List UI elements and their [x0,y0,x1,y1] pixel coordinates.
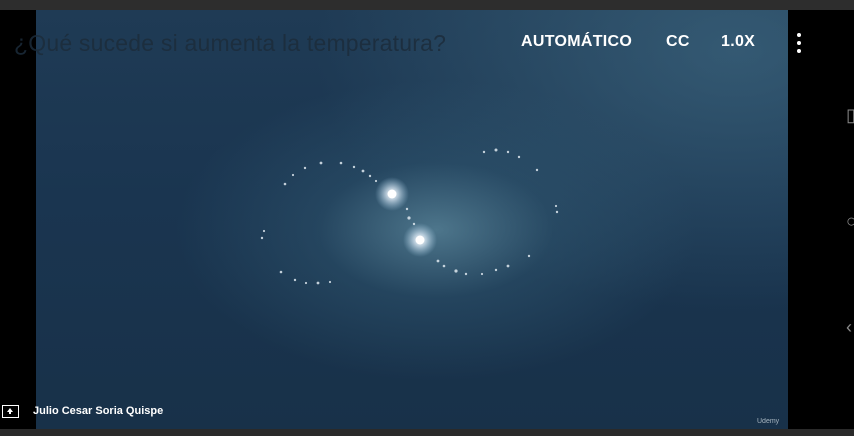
video-frame[interactable] [36,10,788,429]
particle-dot [374,179,378,183]
particle-dot [480,272,484,276]
presenter-name: Julio Cesar Soria Quispe [33,405,164,417]
particle-dot [303,166,307,170]
particle-dot [405,207,409,211]
particle-dot [506,150,510,154]
top-bar [0,0,854,10]
particle-dot [407,216,411,220]
more-options-icon[interactable] [793,31,805,55]
particle-dot [527,254,531,258]
side-panel: ▯ ○ ‹ [788,10,854,429]
orbiting-particles-illustration [260,148,559,285]
particle-dot [260,236,264,240]
watermark-logo: Udemy [757,418,780,425]
particle-dot [506,264,510,268]
playback-speed-button[interactable]: 1.0X [721,33,755,51]
bottom-bar [0,429,854,436]
particle-dot [555,210,559,214]
video-player: ▯ ○ ‹ ¿Qué sucede si aumenta la temperat… [0,0,854,436]
particle-dot [293,278,297,282]
particle-dot [304,281,308,285]
quality-button[interactable]: AUTOMÁTICO [521,33,632,51]
particle-dot [368,174,372,178]
particle-dot [352,165,356,169]
particle-dot [535,168,539,172]
particle-dot [494,148,498,152]
video-title: ¿Qué sucede si aumenta la temperatura? [14,30,447,56]
particle-dot [279,270,283,274]
particle-dot [262,229,266,233]
particle-dot [517,155,521,159]
particle-dot [494,268,498,272]
particle-dot [361,169,365,173]
particle-dot [554,204,558,208]
expand-icon[interactable] [2,405,19,418]
particle-dot [482,150,486,154]
particle-dot [339,161,343,165]
particle-dot [283,182,287,186]
particle-dot [316,281,320,285]
particle-dot [328,280,332,284]
captions-button[interactable]: CC [666,33,690,51]
particle-dot [291,173,295,177]
panel-edge-icon-1: ▯ [846,106,854,124]
panel-edge-icon-2: ○ [846,212,854,230]
panel-edge-icon-3: ‹ [846,318,852,336]
particle-dot [442,264,446,268]
particle-dot [436,259,440,263]
particle-dot [454,269,458,273]
particle-dot [464,272,468,276]
particle-dot [319,161,323,165]
